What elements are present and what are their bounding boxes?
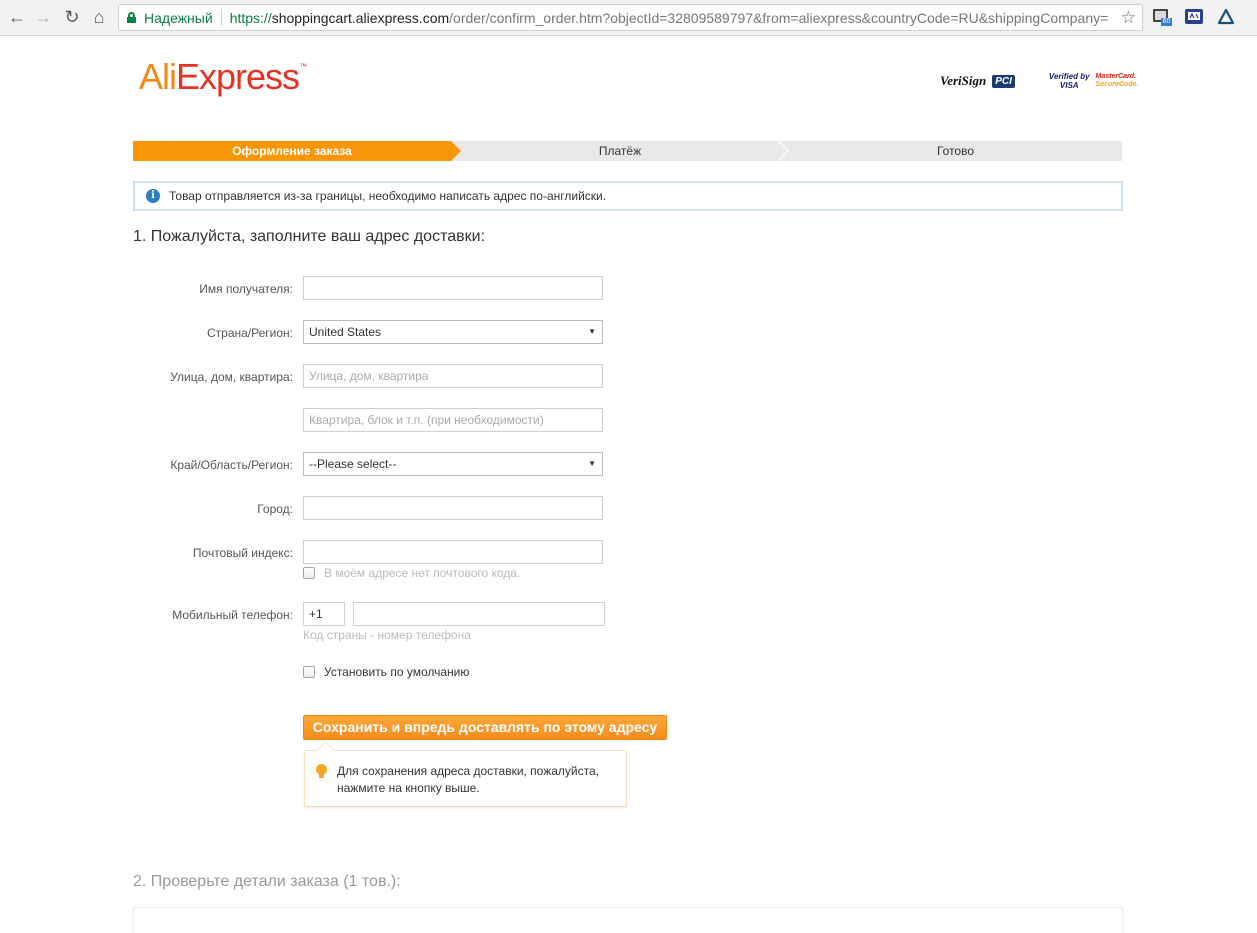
mc-line2: SecureCode. [1095, 81, 1139, 88]
extension-badge: 60 [1162, 18, 1171, 25]
back-arrow-icon[interactable]: ← [6, 6, 28, 28]
info-icon: i [146, 189, 160, 203]
logo-express: Express [176, 56, 300, 97]
phone-label: Мобильный телефон: [172, 608, 293, 622]
no-zip-label: В моём адресе нет почтового кода. [324, 566, 521, 580]
forward-arrow-icon[interactable]: → [32, 6, 54, 28]
address-section-title: 1. Пожалуйста, заполните ваш адрес доста… [133, 228, 486, 245]
address-separator [220, 9, 222, 26]
order-details-box [133, 907, 1123, 933]
logo-ali: Ali [139, 56, 177, 97]
dropdown-caret-icon: ▼ [588, 327, 596, 336]
country-label: Страна/Регион: [206, 326, 293, 340]
shipping-notice: i Товар отправляется из-за границы, необ… [133, 181, 1123, 211]
zip-label: Почтовый индекс: [192, 546, 293, 560]
extension-screen-icon[interactable]: 60 [1152, 7, 1172, 27]
region-select[interactable]: --Please select-- ▼ [303, 452, 603, 476]
extension-triangle-icon[interactable] [1216, 7, 1236, 27]
verisign-badge: VeriSign [940, 73, 987, 88]
phone-country-code-input[interactable]: +1 [303, 602, 345, 626]
reload-icon[interactable]: ↻ [61, 6, 83, 28]
phone-hint: Код страны - номер телефона [303, 628, 471, 642]
default-address-label: Установить по умолчанию [324, 665, 470, 679]
security-badges: VeriSign PCI Verified by VISA MasterCard.… [940, 72, 1138, 90]
pci-badge: PCI [992, 74, 1015, 88]
step-payment: Платёж [598, 144, 642, 158]
logo-tm: ™ [299, 62, 307, 71]
country-value: United States [309, 325, 382, 339]
recipient-name-input[interactable] [303, 276, 603, 300]
street-input[interactable]: Улица, дом, квартира [303, 364, 603, 388]
no-zip-checkbox[interactable] [303, 567, 315, 579]
region-value: --Please select-- [309, 457, 397, 471]
tip-text: Для сохранения адреса доставки, пожалуйс… [337, 764, 599, 795]
bookmark-star-icon[interactable]: ☆ [1116, 8, 1136, 28]
order-details-title: 2. Проверьте детали заказа (1 тов.): [133, 873, 401, 890]
verified-by-visa-badge: Verified by VISA [1049, 72, 1090, 90]
visa-line2: VISA [1059, 81, 1079, 90]
save-address-button[interactable]: Сохранить и впредь доставлять по этому а… [303, 715, 667, 740]
extension-translate-icon[interactable] [1184, 7, 1204, 27]
home-icon[interactable]: ⌂ [88, 6, 110, 28]
zip-input[interactable] [303, 540, 603, 564]
city-label: Город: [257, 502, 293, 516]
city-input[interactable] [303, 496, 603, 520]
mc-line1: MasterCard. [1095, 73, 1136, 80]
lock-icon [127, 12, 136, 23]
phone-number-input[interactable] [353, 602, 605, 626]
recipient-label: Имя получателя: [199, 282, 293, 296]
notice-text: Товар отправляется из-за границы, необхо… [169, 189, 607, 203]
step-done: Готово [936, 144, 975, 158]
street-label: Улица, дом, квартира: [170, 370, 293, 384]
url-host: shoppingcart.aliexpress.com [271, 9, 450, 26]
mastercard-securecode-badge: MasterCard. SecureCode. [1096, 73, 1139, 89]
dropdown-caret-icon: ▼ [588, 459, 596, 468]
secure-label: Надежный [144, 9, 213, 26]
checkout-steps: Оформление заказа Платёж Готово [133, 141, 1122, 161]
apartment-input[interactable]: Квартира, блок и т.п. (при необходимости… [303, 408, 603, 432]
step-order: Оформление заказа [133, 141, 461, 161]
country-select[interactable]: United States ▼ [303, 320, 603, 344]
url-scheme: https:// [229, 9, 272, 26]
lightbulb-icon [316, 764, 327, 778]
browser-toolbar: ← → ↻ ⌂ Надежный https://shoppingcart.al… [0, 0, 1257, 36]
visa-line1: Verified by [1048, 72, 1090, 81]
default-address-checkbox[interactable] [303, 666, 315, 678]
region-label: Край/Область/Регион: [170, 458, 293, 472]
save-tip-popover: Для сохранения адреса доставки, пожалуйс… [304, 750, 627, 807]
aliexpress-logo[interactable]: AliExpress™ [139, 56, 307, 98]
address-bar[interactable]: Надежный https://shoppingcart.aliexpress… [118, 4, 1143, 31]
url-path: /order/confirm_order.htm?objectId=328095… [449, 9, 1109, 26]
